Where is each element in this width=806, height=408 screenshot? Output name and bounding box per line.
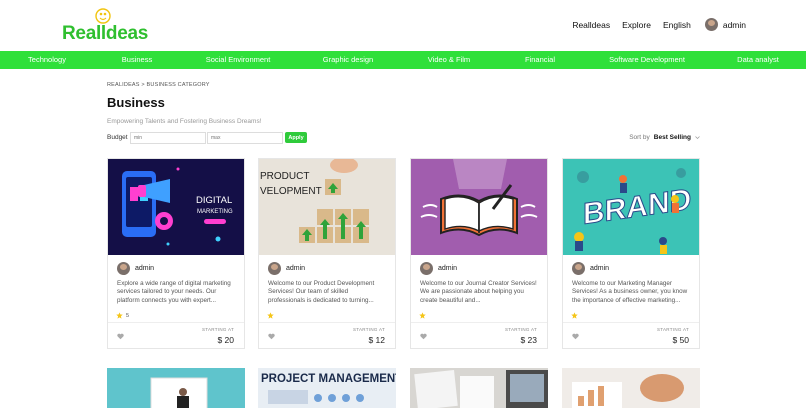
- service-card-image-project-management[interactable]: PROJECT MANAGEMENT: [258, 368, 396, 408]
- heart-icon[interactable]: [572, 333, 579, 340]
- avatar: [117, 262, 130, 275]
- category-financial[interactable]: Financial: [525, 51, 555, 69]
- avatar: [268, 262, 281, 275]
- sort-control: Sort by Best Selling: [629, 134, 700, 141]
- category-social-environment[interactable]: Social Environment: [206, 51, 271, 69]
- service-card-image-analytics[interactable]: [562, 368, 700, 408]
- card-price: $ 23: [520, 335, 537, 345]
- category-software-development[interactable]: Software Development: [609, 51, 685, 69]
- chevron-down-icon[interactable]: [695, 135, 700, 140]
- card-image-text: VELOPMENT: [260, 186, 322, 197]
- category-bar: Technology Business Social Environment G…: [0, 51, 806, 69]
- top-nav: Realldeas Explore English admin: [560, 18, 746, 31]
- nav-explore[interactable]: Explore: [622, 20, 651, 30]
- page-title: Business: [107, 95, 165, 110]
- sort-dropdown[interactable]: Best Selling: [654, 134, 691, 141]
- card-image-text: PRODUCT: [260, 171, 309, 182]
- card-footer: STARTING AT $ 23: [411, 322, 547, 349]
- seller-name: admin: [286, 265, 306, 272]
- card-image-journal[interactable]: [411, 159, 547, 255]
- card-seller[interactable]: admin: [268, 262, 305, 275]
- seller-name: admin: [438, 265, 458, 272]
- star-icon: [571, 312, 578, 319]
- card-image-text: PROJECT MANAGEMENT: [261, 373, 396, 385]
- page-subtitle: Empowering Talents and Fostering Busines…: [107, 118, 262, 125]
- service-card[interactable]: admin Welcome to our Journal Creator Ser…: [410, 158, 548, 349]
- seller-name: admin: [590, 265, 610, 272]
- card-footer: STARTING AT $ 12: [259, 322, 395, 349]
- card-rating: [267, 312, 277, 319]
- card-rating: [419, 312, 429, 319]
- card-description[interactable]: Welcome to our Marketing Manager Service…: [572, 280, 690, 305]
- nav-realideas[interactable]: Realldeas: [572, 20, 610, 30]
- star-icon: [267, 312, 274, 319]
- card-image-brand[interactable]: BRAND: [563, 159, 699, 255]
- star-icon: [419, 312, 426, 319]
- starting-at-label: STARTING AT: [201, 327, 234, 332]
- nav-language[interactable]: English: [663, 20, 691, 30]
- starting-at-label: STARTING AT: [656, 327, 689, 332]
- heart-icon[interactable]: [268, 333, 275, 340]
- card-price: $ 12: [368, 335, 385, 345]
- service-card[interactable]: PRODUCT VELOPMENT admin Welcome to our P…: [258, 158, 396, 349]
- card-rating: 5: [116, 312, 129, 319]
- card-image-product-development[interactable]: PRODUCT VELOPMENT: [259, 159, 395, 255]
- user-menu[interactable]: admin: [704, 18, 746, 31]
- card-price: $ 50: [672, 335, 689, 345]
- budget-label: Budget: [107, 134, 128, 141]
- avatar: [704, 18, 718, 31]
- card-price: $ 20: [217, 335, 234, 345]
- user-name: admin: [722, 19, 746, 30]
- apply-button[interactable]: Apply: [285, 132, 307, 143]
- rating-count: 5: [126, 312, 130, 319]
- card-description[interactable]: Welcome to our Product Development Servi…: [268, 280, 386, 305]
- card-rating: [571, 312, 581, 319]
- sort-label: Sort by: [629, 134, 650, 141]
- card-seller[interactable]: admin: [117, 262, 154, 275]
- service-card[interactable]: BRAND admin Welcome to our Marketing Man…: [562, 158, 700, 349]
- card-image-text: MARKETING: [197, 209, 233, 215]
- budget-min-input[interactable]: [130, 132, 206, 144]
- card-image-text: DIGITAL: [196, 195, 232, 206]
- card-description[interactable]: Welcome to our Journal Creator Services!…: [420, 280, 538, 305]
- card-footer: STARTING AT $ 20: [108, 322, 244, 349]
- card-image-digital-marketing[interactable]: DIGITAL MARKETING: [108, 159, 244, 255]
- service-card-image-documents[interactable]: [410, 368, 548, 408]
- brand-logo[interactable]: Realldeas: [62, 8, 152, 44]
- category-video-film[interactable]: Video & Film: [428, 51, 470, 69]
- service-card-image-presenter[interactable]: [107, 368, 245, 408]
- category-data-analyst[interactable]: Data analyst: [737, 51, 779, 69]
- card-seller[interactable]: admin: [572, 262, 609, 275]
- card-seller[interactable]: admin: [420, 262, 457, 275]
- category-business[interactable]: Business: [122, 51, 152, 69]
- star-icon: [116, 312, 123, 319]
- category-technology[interactable]: Technology: [28, 51, 66, 69]
- category-graphic-design[interactable]: Graphic design: [323, 51, 373, 69]
- card-footer: STARTING AT $ 50: [563, 322, 699, 349]
- breadcrumb[interactable]: REALIDEAS > BUSINESS CATEGORY: [107, 82, 210, 88]
- avatar: [420, 262, 433, 275]
- heart-icon[interactable]: [117, 333, 124, 340]
- heart-icon[interactable]: [420, 333, 427, 340]
- service-card[interactable]: DIGITAL MARKETING admin Explore a wide r…: [107, 158, 245, 349]
- starting-at-label: STARTING AT: [352, 327, 385, 332]
- avatar: [572, 262, 585, 275]
- starting-at-label: STARTING AT: [504, 327, 537, 332]
- seller-name: admin: [135, 265, 155, 272]
- brand-name: Realldeas: [62, 23, 149, 44]
- card-description[interactable]: Explore a wide range of digital marketin…: [117, 280, 235, 305]
- site-header: Realldeas Realldeas Explore English admi…: [0, 0, 806, 51]
- budget-max-input[interactable]: [207, 132, 283, 144]
